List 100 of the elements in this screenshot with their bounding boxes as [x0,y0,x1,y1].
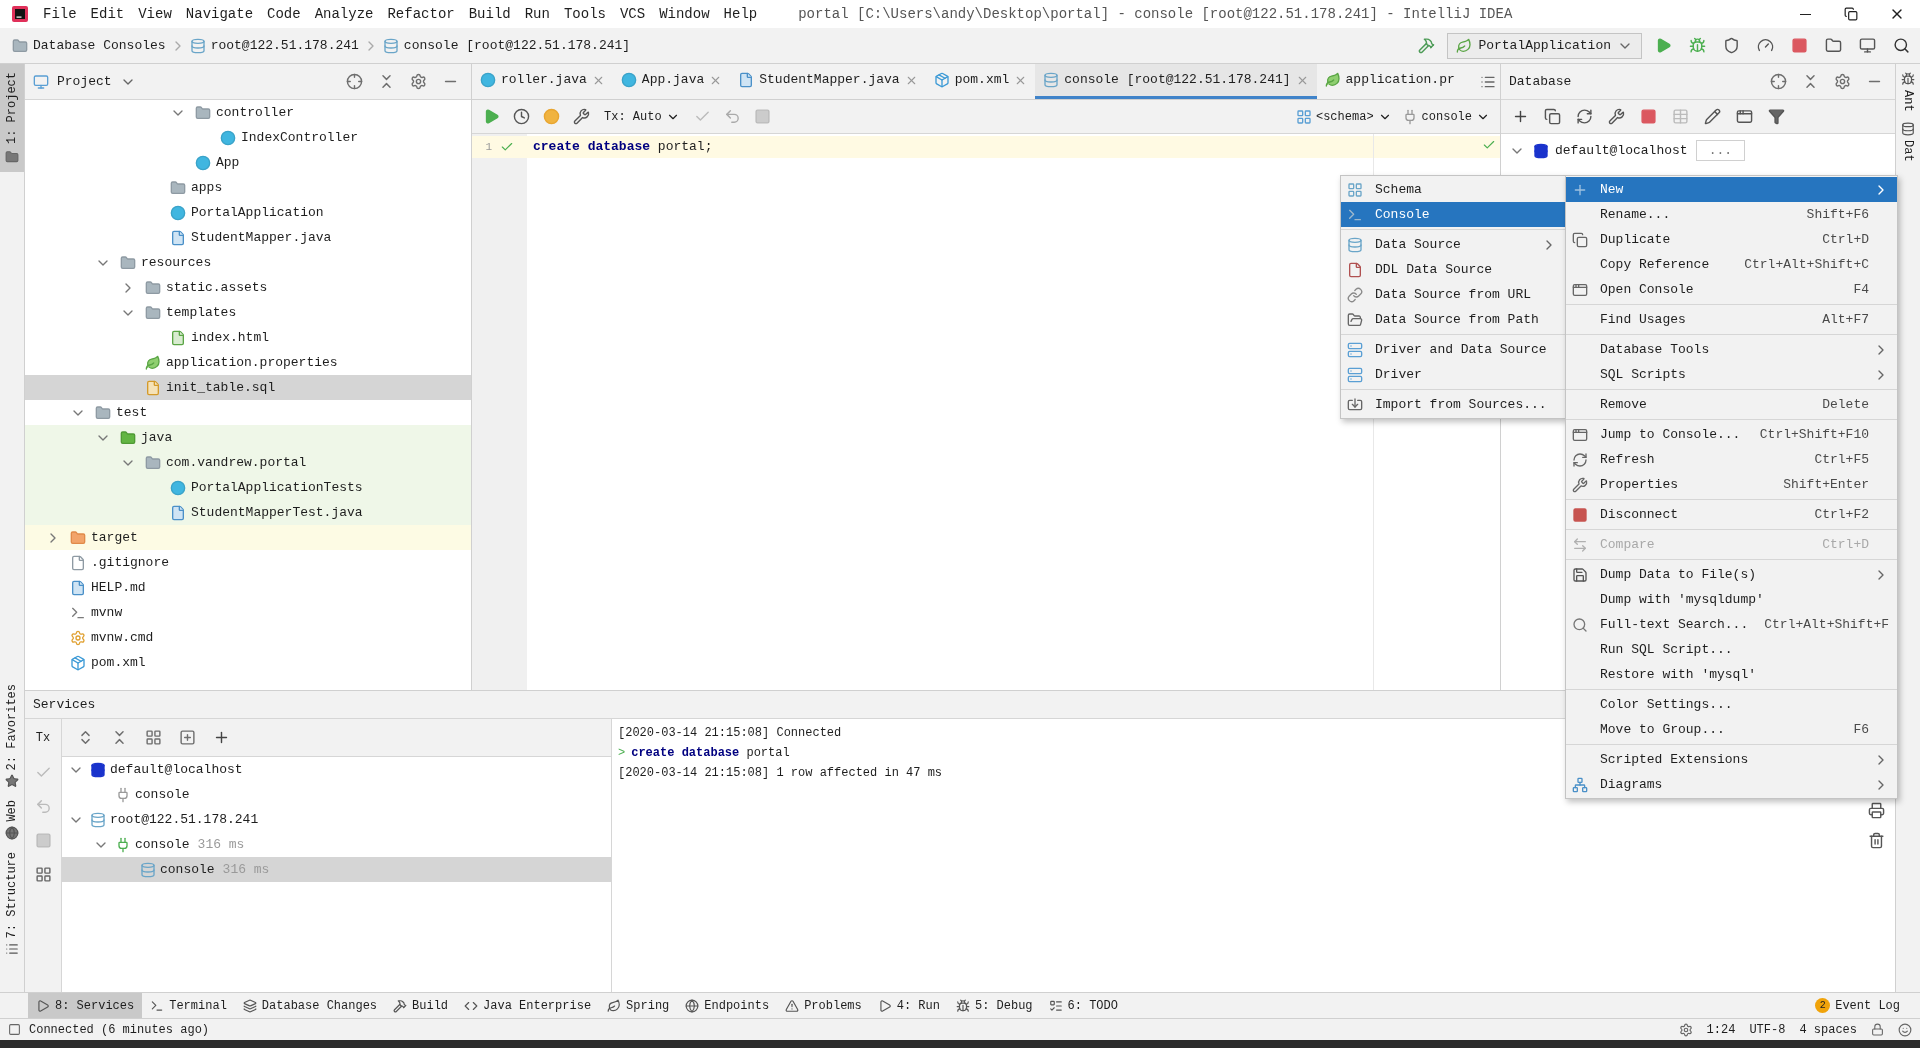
breadcrumb[interactable]: console [root@122.51.178.241] [382,35,631,56]
transaction-button[interactable]: Tx [35,725,51,751]
menu-item[interactable]: Data Source from Path [1341,307,1565,332]
schema-dropdown[interactable]: <schema> [1295,107,1392,126]
tree-item[interactable]: StudentMapper.java [25,225,471,250]
menu-item[interactable]: Scripted Extensions [1566,747,1897,772]
tree-item[interactable]: apps [25,175,471,200]
tree-item[interactable]: console 316 ms [62,857,611,882]
menu-item[interactable]: Navigate [178,0,261,28]
tree-item[interactable]: java [25,425,471,450]
editor-tab[interactable]: console [root@122.51.178.241] [1035,64,1317,99]
tree-item[interactable]: init_table.sql [25,375,471,400]
tool-window-tab[interactable]: 7: Structure [0,845,24,962]
tool-window-tab[interactable]: Java Enterprise [456,993,600,1018]
menu-item[interactable]: Run [517,0,557,28]
tree-item[interactable]: IndexController [25,125,471,150]
breadcrumb[interactable]: root@122.51.178.241 [189,35,359,56]
menu-item[interactable]: Schema [1341,177,1565,202]
menu-item[interactable]: Jump to Console... Ctrl+Shift+F10 [1566,422,1897,447]
menu-item[interactable]: Help [716,0,765,28]
menu-item[interactable]: Data Source [1341,232,1565,257]
indent-selector[interactable]: 4 spaces [1799,1020,1857,1039]
tool-window-tab[interactable]: Dat [1899,121,1917,162]
tool-window-tab[interactable]: Build [385,993,457,1018]
menu-item[interactable]: Rename... Shift+F6 [1566,202,1897,227]
tree-item[interactable]: PortalApplicationTests [25,475,471,500]
menu-item[interactable]: Restore with 'mysql' [1566,662,1897,687]
tool-window-tab[interactable]: Terminal [142,993,235,1018]
tool-window-tab[interactable]: Ant [1899,72,1917,112]
menu-item[interactable]: DDL Data Source [1341,257,1565,282]
panel-title[interactable]: Project [57,71,136,92]
tree-item[interactable]: mvnw [25,600,471,625]
tree-item[interactable]: resources [25,250,471,275]
menu-item[interactable]: Refresh Ctrl+F5 [1566,447,1897,472]
menu-item[interactable]: Run SQL Script... [1566,637,1897,662]
tool-window-tab[interactable]: Endpoints [677,993,778,1018]
menu-item[interactable]: Dump with 'mysqldump' [1566,587,1897,612]
menu-item[interactable]: Driver and Data Source [1341,337,1565,362]
tree-item[interactable]: .gitignore [25,550,471,575]
tree-item[interactable]: index.html [25,325,471,350]
menu-item[interactable]: Disconnect Ctrl+F2 [1566,502,1897,527]
menu-item[interactable]: New [1566,177,1897,202]
tool-window-tab[interactable]: Problems [777,993,870,1018]
tree-item[interactable]: test [25,400,471,425]
tool-window-tab[interactable]: 8: Services [28,993,143,1018]
tree-item[interactable]: StudentMapperTest.java [25,500,471,525]
tree-item[interactable]: pom.xml [25,650,471,675]
menu-item[interactable]: Driver [1341,362,1565,387]
menu-item[interactable]: File [36,0,84,28]
menu-item[interactable]: Data Source from URL [1341,282,1565,307]
menu-item[interactable]: Move to Group... F6 [1566,717,1897,742]
menu-item[interactable]: Remove Delete [1566,392,1897,417]
menu-item[interactable]: Import from Sources... [1341,392,1565,417]
tool-window-tab[interactable]: 4: Run [869,993,948,1018]
menu-item[interactable]: Refactor [380,0,462,28]
editor-tab[interactable]: App.java [612,64,731,99]
menu-item[interactable]: Find Usages Alt+F7 [1566,307,1897,332]
tool-window-tab[interactable]: Database Changes [234,993,386,1018]
editor-tab[interactable]: roller.java [472,64,613,99]
tool-window-tab[interactable]: 6: TODO [1040,993,1126,1018]
tree-item[interactable]: App [25,150,471,175]
menu-item[interactable]: Database Tools [1566,337,1897,362]
tree-item[interactable]: application.properties [25,350,471,375]
editor-tab[interactable]: application.pr [1316,64,1463,99]
tree-item[interactable]: mvnw.cmd [25,625,471,650]
tree-item[interactable]: com.vandrew.portal [25,450,471,475]
menu-item[interactable]: Color Settings... [1566,692,1897,717]
breadcrumb[interactable]: Database Consoles [12,35,166,56]
caret-position[interactable]: 1:24 [1706,1020,1736,1039]
tool-window-tab[interactable]: 2: Favorites [0,677,24,794]
tool-window-tab[interactable]: 1: Project [0,64,24,172]
menu-item[interactable]: Copy Reference Ctrl+Alt+Shift+C [1566,252,1897,277]
menu-item[interactable]: SQL Scripts [1566,362,1897,387]
tool-window-tab[interactable]: Spring [599,993,678,1018]
tree-item[interactable]: console 316 ms [62,832,611,857]
run-config-dropdown[interactable]: PortalApplication [1447,32,1642,59]
menu-item[interactable]: Edit [83,0,132,28]
menu-item[interactable]: VCS [612,0,653,28]
tree-item[interactable]: target [25,525,471,550]
tree-item[interactable]: default@localhost ... [1501,138,1895,163]
menu-item[interactable]: Analyze [307,0,381,28]
menu-item[interactable]: Full-text Search... Ctrl+Alt+Shift+F [1566,612,1897,637]
tree-item[interactable]: PortalApplication [25,200,471,225]
menu-item[interactable]: Console [1341,202,1565,227]
menu-item[interactable]: View [131,0,179,28]
menu-item[interactable]: Code [260,0,308,28]
menu-item[interactable]: Duplicate Ctrl+D [1566,227,1897,252]
tree-item[interactable]: console [62,782,611,807]
tree-item[interactable]: templates [25,300,471,325]
menu-item[interactable]: Open Console F4 [1566,277,1897,302]
tool-window-tab[interactable]: Web [0,793,24,846]
menu-item[interactable]: Properties Shift+Enter [1566,472,1897,497]
tree-item[interactable]: root@122.51.178.241 [62,807,611,832]
tree-item[interactable]: default@localhost [62,757,611,782]
transaction-dropdown[interactable]: Tx: Auto [598,107,686,126]
filter-field[interactable]: ... [1695,139,1746,162]
menu-item[interactable]: Build [461,0,518,28]
encoding-selector[interactable]: UTF-8 [1749,1020,1786,1039]
menu-item[interactable]: Tools [556,0,613,28]
event-log-tab[interactable]: 2 Event Log [1815,996,1900,1015]
